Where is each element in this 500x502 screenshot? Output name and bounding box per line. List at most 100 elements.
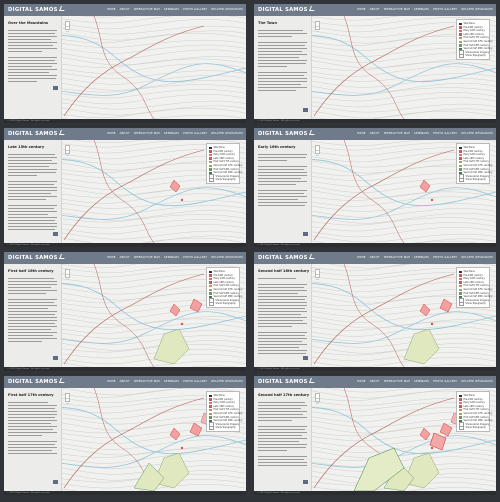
site-brand[interactable]: DIGITAL SAMOS (8, 6, 66, 14)
nav-link[interactable]: HOME (107, 255, 116, 260)
site-brand[interactable]: DIGITAL SAMOS (258, 254, 316, 262)
nav-link[interactable]: INTERACTIVE MAP (384, 7, 410, 12)
legend-item[interactable]: Show Topography (459, 301, 487, 307)
nav-link[interactable]: HOME (357, 131, 366, 136)
nav-link[interactable]: SEMINARS (164, 131, 179, 136)
nav-link[interactable]: PHOTO GALLERY (183, 131, 207, 136)
next-step-button[interactable] (53, 480, 58, 484)
nav-link[interactable]: PHOTO GALLERY (183, 255, 207, 260)
legend-item[interactable]: Show Topography (209, 425, 237, 431)
site-brand[interactable]: DIGITAL SAMOS (258, 378, 316, 386)
legend-label: Show Topography (215, 178, 236, 182)
legend-item[interactable]: Show Topography (209, 177, 237, 183)
zoom-out-button[interactable] (316, 399, 319, 404)
nav-link[interactable]: INTERACTIVE MAP (384, 131, 410, 136)
nav-link[interactable]: SEMINARS (164, 255, 179, 260)
next-step-button[interactable] (303, 480, 308, 484)
zoom-out-button[interactable] (66, 151, 69, 156)
nav-link[interactable]: INTERACTIVE MAP (134, 7, 160, 12)
next-step-button[interactable] (53, 86, 58, 90)
nav-link[interactable]: SEMINARS (164, 379, 179, 384)
text-line (8, 48, 57, 49)
nav-link[interactable]: HOME (357, 255, 366, 260)
next-step-button[interactable] (53, 356, 58, 360)
site-brand[interactable]: DIGITAL SAMOS (8, 254, 66, 262)
zoom-out-button[interactable] (66, 27, 69, 32)
nav-link[interactable]: RELATED RESOURCES (211, 379, 243, 384)
nav-link[interactable]: INTERACTIVE MAP (384, 379, 410, 384)
site-brand[interactable]: DIGITAL SAMOS (8, 130, 66, 138)
nav-link[interactable]: ABOUT (370, 7, 380, 12)
nav-link[interactable]: INTERACTIVE MAP (134, 379, 160, 384)
text-line (8, 157, 57, 158)
text-line (258, 311, 307, 312)
nav-link[interactable]: SEMINARS (164, 7, 179, 12)
nav-link[interactable]: PHOTO GALLERY (433, 379, 457, 384)
nav-link[interactable]: RELATED RESOURCES (461, 255, 493, 260)
nav-link[interactable]: INTERACTIVE MAP (384, 255, 410, 260)
legend-item[interactable]: Show Topography (209, 301, 237, 307)
next-step-button[interactable] (303, 108, 308, 112)
zoom-controls (315, 269, 320, 280)
next-step-button[interactable] (303, 232, 308, 236)
nav-link[interactable]: ABOUT (370, 379, 380, 384)
nav-link[interactable]: PHOTO GALLERY (183, 7, 207, 12)
nav-link[interactable]: SEMINARS (414, 7, 429, 12)
text-line (258, 429, 305, 430)
text-line (258, 308, 306, 309)
legend-label: Show Topography (215, 302, 236, 306)
legend-item[interactable]: Show Topography (459, 53, 487, 59)
site-brand[interactable]: DIGITAL SAMOS (258, 6, 316, 14)
nav-link[interactable]: RELATED RESOURCES (461, 379, 493, 384)
next-step-button[interactable] (53, 232, 58, 236)
map-panel-4: DIGITAL SAMOS HOME ABOUT INTERACTIVE MAP SE… (254, 128, 496, 247)
legend-label: Show Topography (465, 54, 486, 58)
nav-link[interactable]: PHOTO GALLERY (433, 7, 457, 12)
text-line (8, 317, 57, 318)
zoom-out-button[interactable] (66, 275, 69, 280)
legend-item[interactable]: Show Topography (459, 425, 487, 431)
legend-swatch-icon (459, 412, 462, 416)
nav-link[interactable]: SEMINARS (414, 379, 429, 384)
text-line (258, 444, 307, 445)
top-nav-bar: DIGITAL SAMOS HOME ABOUT INTERACTIVE MAP SE… (254, 4, 496, 16)
next-step-button[interactable] (303, 356, 308, 360)
zoom-out-button[interactable] (316, 275, 319, 280)
legend-swatch-icon (209, 288, 212, 292)
nav-link[interactable]: RELATED RESOURCES (211, 131, 243, 136)
text-line (258, 51, 303, 52)
text-line (8, 450, 53, 451)
nav-link[interactable]: ABOUT (120, 7, 130, 12)
site-brand[interactable]: DIGITAL SAMOS (258, 130, 316, 138)
nav-link[interactable]: INTERACTIVE MAP (134, 131, 160, 136)
zoom-out-button[interactable] (66, 399, 69, 404)
nav-link[interactable]: HOME (107, 379, 116, 384)
zoom-out-button[interactable] (316, 151, 319, 156)
nav-link[interactable]: RELATED RESOURCES (461, 7, 493, 12)
nav-link[interactable]: RELATED RESOURCES (211, 255, 243, 260)
nav-link[interactable]: HOME (357, 7, 366, 12)
nav-link[interactable]: HOME (357, 379, 366, 384)
text-line (258, 63, 306, 64)
nav-link[interactable]: SEMINARS (414, 255, 429, 260)
nav-link[interactable]: RELATED RESOURCES (461, 131, 493, 136)
nav-link[interactable]: ABOUT (370, 255, 380, 260)
nav-link[interactable]: SEMINARS (414, 131, 429, 136)
nav-link[interactable]: RELATED RESOURCES (211, 7, 243, 12)
text-line (258, 87, 307, 88)
text-line (8, 284, 57, 285)
nav-link[interactable]: PHOTO GALLERY (433, 131, 457, 136)
zoom-out-button[interactable] (316, 27, 319, 32)
nav-link[interactable]: ABOUT (120, 379, 130, 384)
legend-item[interactable]: Show Topography (459, 177, 487, 183)
nav-link[interactable]: HOME (107, 7, 116, 12)
nav-link[interactable]: ABOUT (120, 255, 130, 260)
nav-link[interactable]: ABOUT (370, 131, 380, 136)
main-nav: HOME ABOUT INTERACTIVE MAP SEMINARS PHOTO GA… (357, 379, 493, 384)
nav-link[interactable]: INTERACTIVE MAP (134, 255, 160, 260)
nav-link[interactable]: HOME (107, 131, 116, 136)
site-brand[interactable]: DIGITAL SAMOS (8, 378, 66, 386)
nav-link[interactable]: PHOTO GALLERY (183, 379, 207, 384)
nav-link[interactable]: ABOUT (120, 131, 130, 136)
nav-link[interactable]: PHOTO GALLERY (433, 255, 457, 260)
